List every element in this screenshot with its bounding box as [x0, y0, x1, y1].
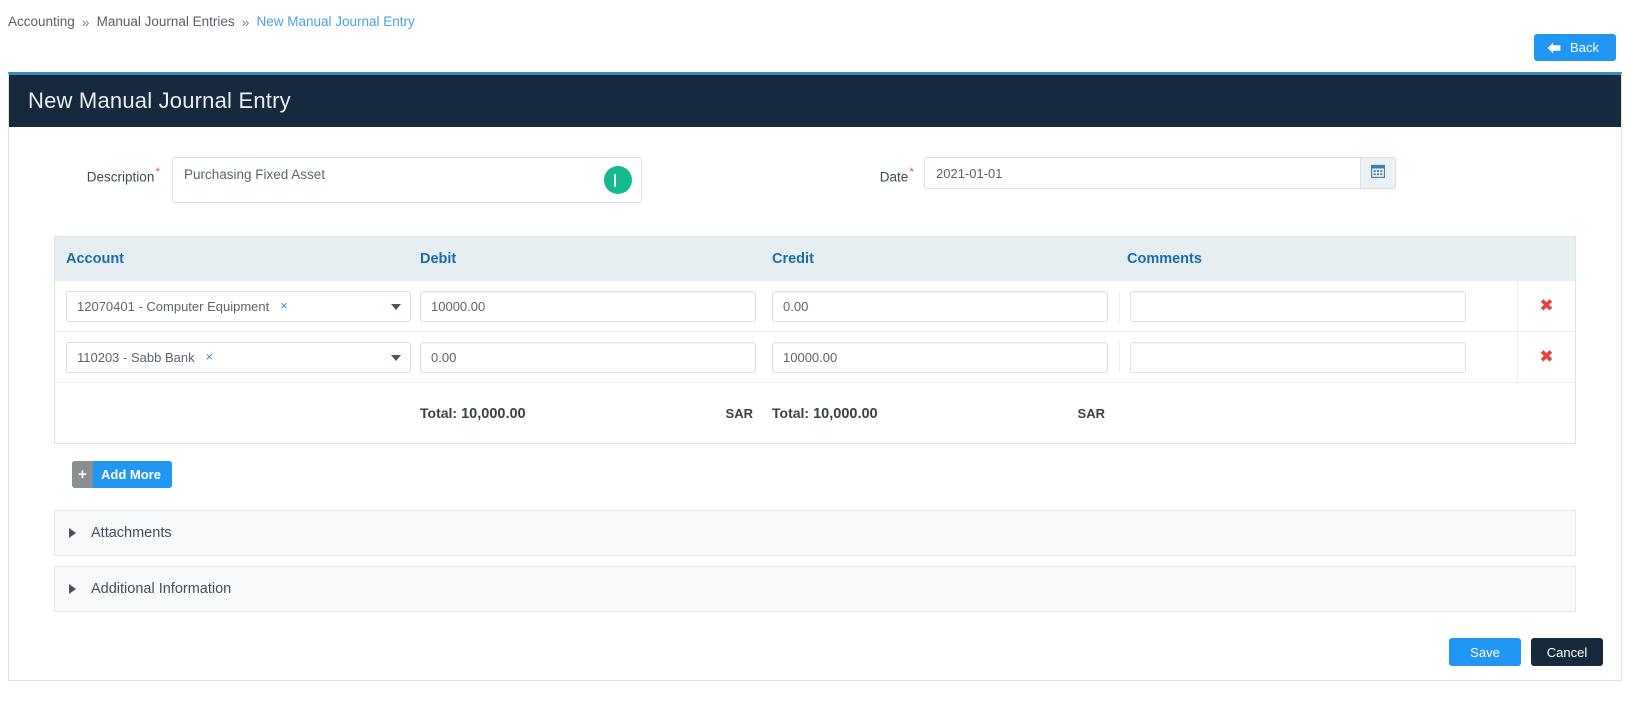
calendar-button[interactable]: [1360, 157, 1396, 189]
collapsible-sections: Attachments Additional Information: [54, 510, 1576, 612]
chevron-down-icon: [391, 304, 401, 310]
account-cell: 110203 - Sabb Bank ×: [55, 342, 415, 373]
account-select-row-1[interactable]: 12070401 - Computer Equipment ×: [66, 291, 411, 322]
debit-total-value: 10,000.00: [461, 406, 526, 422]
clear-selection-icon[interactable]: ×: [280, 300, 287, 313]
breadcrumb-item-manual-journal-entries[interactable]: Manual Journal Entries: [97, 14, 235, 29]
add-more-button[interactable]: + Add More: [72, 461, 172, 488]
cancel-button[interactable]: Cancel: [1531, 638, 1603, 666]
calendar-icon: [1371, 164, 1385, 183]
debit-input-row-2[interactable]: [420, 342, 756, 373]
description-label-text: Description: [87, 170, 155, 185]
date-input-group: [924, 157, 1396, 189]
debit-total-currency: SAR: [726, 406, 753, 421]
credit-total-label: Total:: [772, 405, 809, 421]
form-top-row: Description* Date*: [54, 157, 1576, 208]
date-label-text: Date: [880, 170, 909, 185]
table-row: 110203 - Sabb Bank × ✖: [55, 332, 1575, 383]
section-attachments-label: Attachments: [91, 525, 172, 541]
description-field-group: Description*: [54, 157, 764, 208]
arrow-left-icon: [1547, 42, 1561, 54]
credit-input-row-1[interactable]: [772, 291, 1108, 322]
column-header-account: Account: [55, 251, 415, 267]
required-marker: *: [909, 165, 914, 179]
credit-total-text: Total: 10,000.00: [772, 405, 878, 422]
comment-input-row-1[interactable]: [1130, 291, 1466, 322]
column-header-credit: Credit: [767, 251, 1119, 267]
description-input[interactable]: [172, 157, 642, 203]
debit-total-text: Total: 10,000.00: [420, 405, 526, 422]
credit-cell: [767, 291, 1119, 322]
date-label: Date*: [864, 157, 924, 185]
panel-header: New Manual Journal Entry: [9, 75, 1621, 127]
clear-selection-icon[interactable]: ×: [206, 351, 213, 364]
toolbar: Back: [0, 34, 1630, 72]
required-marker: *: [155, 165, 160, 179]
comment-cell: [1119, 342, 1517, 373]
breadcrumb-item-new-manual-journal-entry[interactable]: New Manual Journal Entry: [256, 14, 414, 29]
section-additional-information[interactable]: Additional Information: [54, 566, 1576, 612]
date-field-group: Date*: [864, 157, 1396, 189]
description-input-wrapper: [172, 157, 642, 208]
section-additional-information-label: Additional Information: [91, 581, 231, 597]
debit-total-cell: Total: 10,000.00 SAR: [415, 405, 767, 422]
delete-row-icon[interactable]: ✖: [1539, 298, 1553, 315]
row-actions-cell: ✖: [1517, 281, 1575, 331]
breadcrumb-separator: »: [242, 15, 250, 29]
account-cell: 12070401 - Computer Equipment ×: [55, 291, 415, 322]
delete-row-icon[interactable]: ✖: [1539, 349, 1553, 366]
panel-body: Description* Date*: [9, 127, 1621, 612]
debit-cell: [415, 342, 767, 373]
credit-total-cell: Total: 10,000.00 SAR: [767, 405, 1119, 422]
chevron-down-icon: [391, 355, 401, 361]
add-more-label: Add More: [93, 461, 172, 488]
totals-row: Total: 10,000.00 SAR Total: 10,000.00 SA…: [55, 383, 1575, 443]
breadcrumb: Accounting » Manual Journal Entries » Ne…: [0, 0, 1630, 34]
credit-cell: [767, 342, 1119, 373]
table-row: 12070401 - Computer Equipment × ✖: [55, 281, 1575, 332]
comment-cell: [1119, 291, 1517, 322]
account-select-row-2[interactable]: 110203 - Sabb Bank ×: [66, 342, 411, 373]
chevron-right-icon: [69, 528, 76, 538]
account-select-value: 12070401 - Computer Equipment: [77, 299, 269, 314]
row-actions-cell: ✖: [1517, 332, 1575, 382]
debit-input-row-1[interactable]: [420, 291, 756, 322]
panel-footer: Save Cancel: [9, 622, 1621, 680]
column-header-comments: Comments: [1119, 251, 1517, 267]
credit-total-value: 10,000.00: [813, 406, 878, 422]
account-select-value: 110203 - Sabb Bank: [77, 350, 195, 365]
comment-input-row-2[interactable]: [1130, 342, 1466, 373]
back-button-label: Back: [1570, 40, 1599, 55]
date-input[interactable]: [924, 157, 1360, 189]
back-button[interactable]: Back: [1534, 34, 1616, 61]
breadcrumb-separator: »: [82, 15, 90, 29]
table-header-row: Account Debit Credit Comments: [55, 237, 1575, 281]
journal-lines-table: Account Debit Credit Comments 12070401 -…: [54, 236, 1576, 444]
add-more-wrapper: + Add More: [54, 461, 1576, 488]
page-title: New Manual Journal Entry: [28, 88, 291, 114]
debit-cell: [415, 291, 767, 322]
breadcrumb-item-accounting[interactable]: Accounting: [8, 14, 75, 29]
main-panel: New Manual Journal Entry Description* Da…: [8, 72, 1622, 681]
description-label: Description*: [54, 157, 172, 185]
plus-icon: +: [72, 461, 93, 488]
column-header-debit: Debit: [415, 251, 767, 267]
save-button[interactable]: Save: [1449, 638, 1521, 666]
section-attachments[interactable]: Attachments: [54, 510, 1576, 556]
chevron-right-icon: [69, 584, 76, 594]
credit-input-row-2[interactable]: [772, 342, 1108, 373]
credit-total-currency: SAR: [1078, 406, 1105, 421]
loading-spinner-icon: [604, 166, 632, 194]
debit-total-label: Total:: [420, 405, 457, 421]
